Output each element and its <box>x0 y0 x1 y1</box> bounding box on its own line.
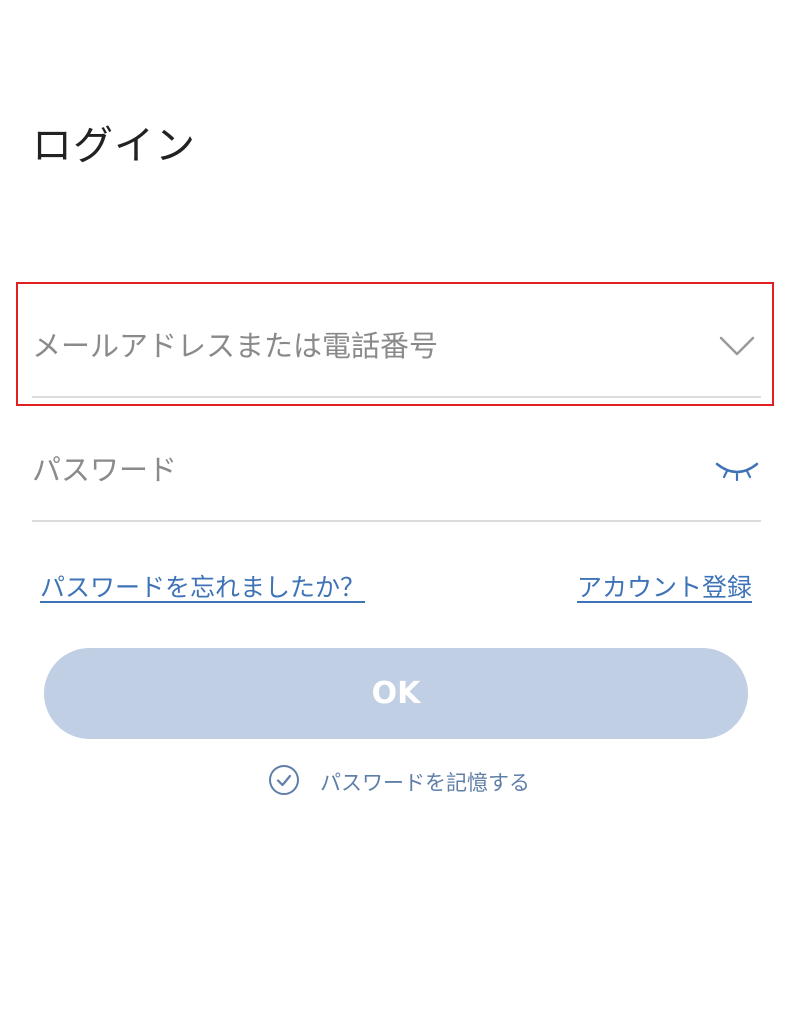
email-field[interactable] <box>32 329 682 363</box>
password-field[interactable] <box>32 453 682 487</box>
ok-button[interactable]: OK <box>44 648 748 739</box>
email-field-underline <box>32 396 761 398</box>
register-link[interactable]: アカウント登録 <box>577 570 752 606</box>
check-circle-icon[interactable] <box>268 764 300 800</box>
auth-links: パスワードを忘れましたか？ アカウント登録 <box>40 570 752 606</box>
remember-password-toggle[interactable]: パスワードを記憶する <box>268 764 530 800</box>
chevron-down-icon[interactable] <box>713 322 761 370</box>
eye-closed-icon[interactable] <box>713 446 761 494</box>
remember-password-label: パスワードを記憶する <box>320 771 530 795</box>
email-field-row <box>32 316 761 376</box>
password-field-underline <box>32 520 761 522</box>
password-field-row <box>32 440 761 500</box>
page-title: ログイン <box>32 123 196 169</box>
forgot-password-link[interactable]: パスワードを忘れましたか？ <box>40 570 365 606</box>
